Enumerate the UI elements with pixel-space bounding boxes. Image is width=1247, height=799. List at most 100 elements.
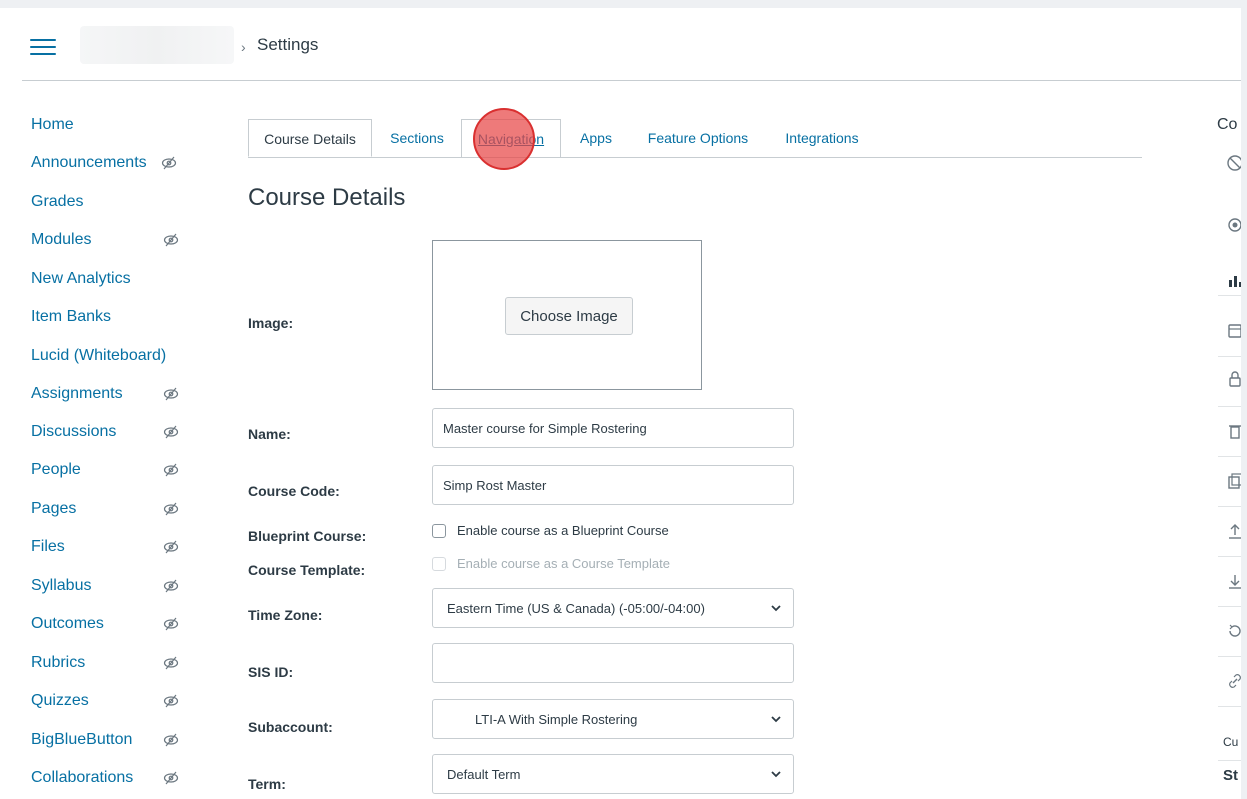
hidden-eye-slash-icon xyxy=(163,463,179,477)
sidebar-title: Co xyxy=(1217,116,1238,133)
page: › Settings Home Announcements Grades Mod… xyxy=(0,8,1241,799)
nav-item-label: Files xyxy=(31,538,65,555)
nav-item-home[interactable]: Home xyxy=(31,116,201,140)
nav-item-discussions[interactable]: Discussions xyxy=(31,423,201,447)
time-zone-select[interactable]: Eastern Time (US & Canada) (-05:00/-04:0… xyxy=(432,588,794,628)
nav-item-label: Syllabus xyxy=(31,577,92,594)
hidden-eye-slash-icon xyxy=(163,771,179,785)
tab-apps[interactable]: Apps xyxy=(568,119,624,157)
hidden-eye-slash-icon xyxy=(163,425,179,439)
nav-item-item-banks[interactable]: Item Banks xyxy=(31,308,201,332)
nav-item-label: Outcomes xyxy=(31,615,104,632)
term-select[interactable]: Default Term xyxy=(432,754,794,794)
hamburger-menu-icon[interactable] xyxy=(30,39,56,55)
chevron-down-icon xyxy=(771,771,781,778)
breadcrumb-current: Settings xyxy=(257,35,319,54)
nav-item-lucid-whiteboard[interactable]: Lucid (Whiteboard) xyxy=(31,347,201,371)
nav-item-pages[interactable]: Pages xyxy=(31,500,201,524)
time-zone-value: Eastern Time (US & Canada) (-05:00/-04:0… xyxy=(447,601,705,616)
choose-image-button[interactable]: Choose Image xyxy=(505,297,633,335)
nav-item-label: Home xyxy=(31,116,74,133)
hidden-eye-slash-icon xyxy=(163,502,179,516)
sidebar-divider xyxy=(1218,406,1241,407)
nav-item-label: People xyxy=(31,461,81,478)
hidden-eye-slash-icon xyxy=(163,694,179,708)
tab-integrations[interactable]: Integrations xyxy=(772,119,872,157)
trash-icon[interactable] xyxy=(1226,422,1241,440)
cancel-circle-icon[interactable] xyxy=(1226,154,1241,172)
hidden-eye-slash-icon xyxy=(163,733,179,747)
chevron-down-icon xyxy=(771,716,781,723)
tab-sections[interactable]: Sections xyxy=(376,119,458,157)
target-icon[interactable] xyxy=(1226,216,1241,234)
hidden-eye-slash-icon xyxy=(163,540,179,554)
course-code-label: Course Code: xyxy=(248,483,340,499)
breadcrumb-separator: › xyxy=(241,39,246,55)
nav-item-assignments[interactable]: Assignments xyxy=(31,385,201,409)
term-label: Term: xyxy=(248,776,286,792)
nav-item-label: Grades xyxy=(31,193,84,210)
sidebar-divider xyxy=(1218,456,1241,457)
page-title: Course Details xyxy=(248,184,406,211)
course-template-label: Course Template: xyxy=(248,562,366,578)
nav-item-modules[interactable]: Modules xyxy=(31,231,201,255)
calendar-icon[interactable] xyxy=(1226,322,1241,340)
settings-tabs: Course Details Sections Navigation Apps … xyxy=(248,119,1142,158)
nav-item-label: Collaborations xyxy=(31,769,134,786)
hidden-eye-slash-icon xyxy=(163,656,179,670)
lock-icon[interactable] xyxy=(1226,370,1241,388)
nav-item-label: Pages xyxy=(31,500,77,517)
nav-item-files[interactable]: Files xyxy=(31,538,201,562)
nav-item-label: Quizzes xyxy=(31,692,89,709)
upload-icon[interactable] xyxy=(1226,522,1241,540)
sidebar-divider xyxy=(1218,556,1241,557)
header-divider xyxy=(22,80,1241,81)
subaccount-label: Subaccount: xyxy=(248,719,333,735)
sis-id-label: SIS ID: xyxy=(248,664,294,680)
course-actions-sidebar: Co Cu St xyxy=(1196,108,1241,799)
template-checkbox xyxy=(432,557,446,571)
time-zone-label: Time Zone: xyxy=(248,607,323,623)
sis-id-input[interactable] xyxy=(432,643,794,683)
sidebar-text-fragment: St xyxy=(1223,767,1238,784)
sidebar-divider xyxy=(1218,606,1241,607)
course-code-input[interactable] xyxy=(432,465,794,505)
nav-item-collaborations[interactable]: Collaborations xyxy=(31,769,201,793)
link-icon[interactable] xyxy=(1226,672,1241,690)
hidden-eye-slash-icon xyxy=(161,156,177,170)
reset-icon[interactable] xyxy=(1226,622,1241,640)
template-checkbox-label: Enable course as a Course Template xyxy=(457,556,670,571)
nav-item-label: Announcements xyxy=(31,154,147,171)
hidden-eye-slash-icon xyxy=(163,617,179,631)
blueprint-label: Blueprint Course: xyxy=(248,528,367,544)
copy-icon[interactable] xyxy=(1226,472,1241,490)
subaccount-select[interactable]: LTI-A With Simple Rostering xyxy=(432,699,794,739)
nav-item-announcements[interactable]: Announcements xyxy=(31,154,201,178)
tab-feature-options[interactable]: Feature Options xyxy=(634,119,762,157)
nav-item-label: Rubrics xyxy=(31,654,86,671)
download-icon[interactable] xyxy=(1226,572,1241,590)
image-dropzone[interactable]: Choose Image xyxy=(432,240,702,390)
nav-item-syllabus[interactable]: Syllabus xyxy=(31,577,201,601)
nav-item-grades[interactable]: Grades xyxy=(31,193,201,217)
breadcrumb-course-blurred[interactable] xyxy=(80,26,234,64)
sidebar-divider xyxy=(1218,760,1241,761)
nav-item-label: Item Banks xyxy=(31,308,112,325)
tab-navigation[interactable]: Navigation xyxy=(461,119,561,157)
sidebar-divider xyxy=(1218,506,1241,507)
hidden-eye-slash-icon xyxy=(163,233,179,247)
nav-item-label: Modules xyxy=(31,231,92,248)
nav-item-new-analytics[interactable]: New Analytics xyxy=(31,270,201,294)
blueprint-checkbox[interactable] xyxy=(432,524,446,538)
nav-item-quizzes[interactable]: Quizzes xyxy=(31,692,201,716)
nav-item-bigbluebutton[interactable]: BigBlueButton xyxy=(31,731,201,755)
bar-chart-icon[interactable] xyxy=(1226,271,1241,289)
hidden-eye-slash-icon xyxy=(163,579,179,593)
nav-item-label: Lucid (Whiteboard) xyxy=(31,347,167,364)
nav-item-rubrics[interactable]: Rubrics xyxy=(31,654,201,678)
nav-item-people[interactable]: People xyxy=(31,461,201,485)
chevron-down-icon xyxy=(771,605,781,612)
course-name-input[interactable] xyxy=(432,408,794,448)
tab-course-details[interactable]: Course Details xyxy=(248,119,372,157)
nav-item-outcomes[interactable]: Outcomes xyxy=(31,615,201,639)
